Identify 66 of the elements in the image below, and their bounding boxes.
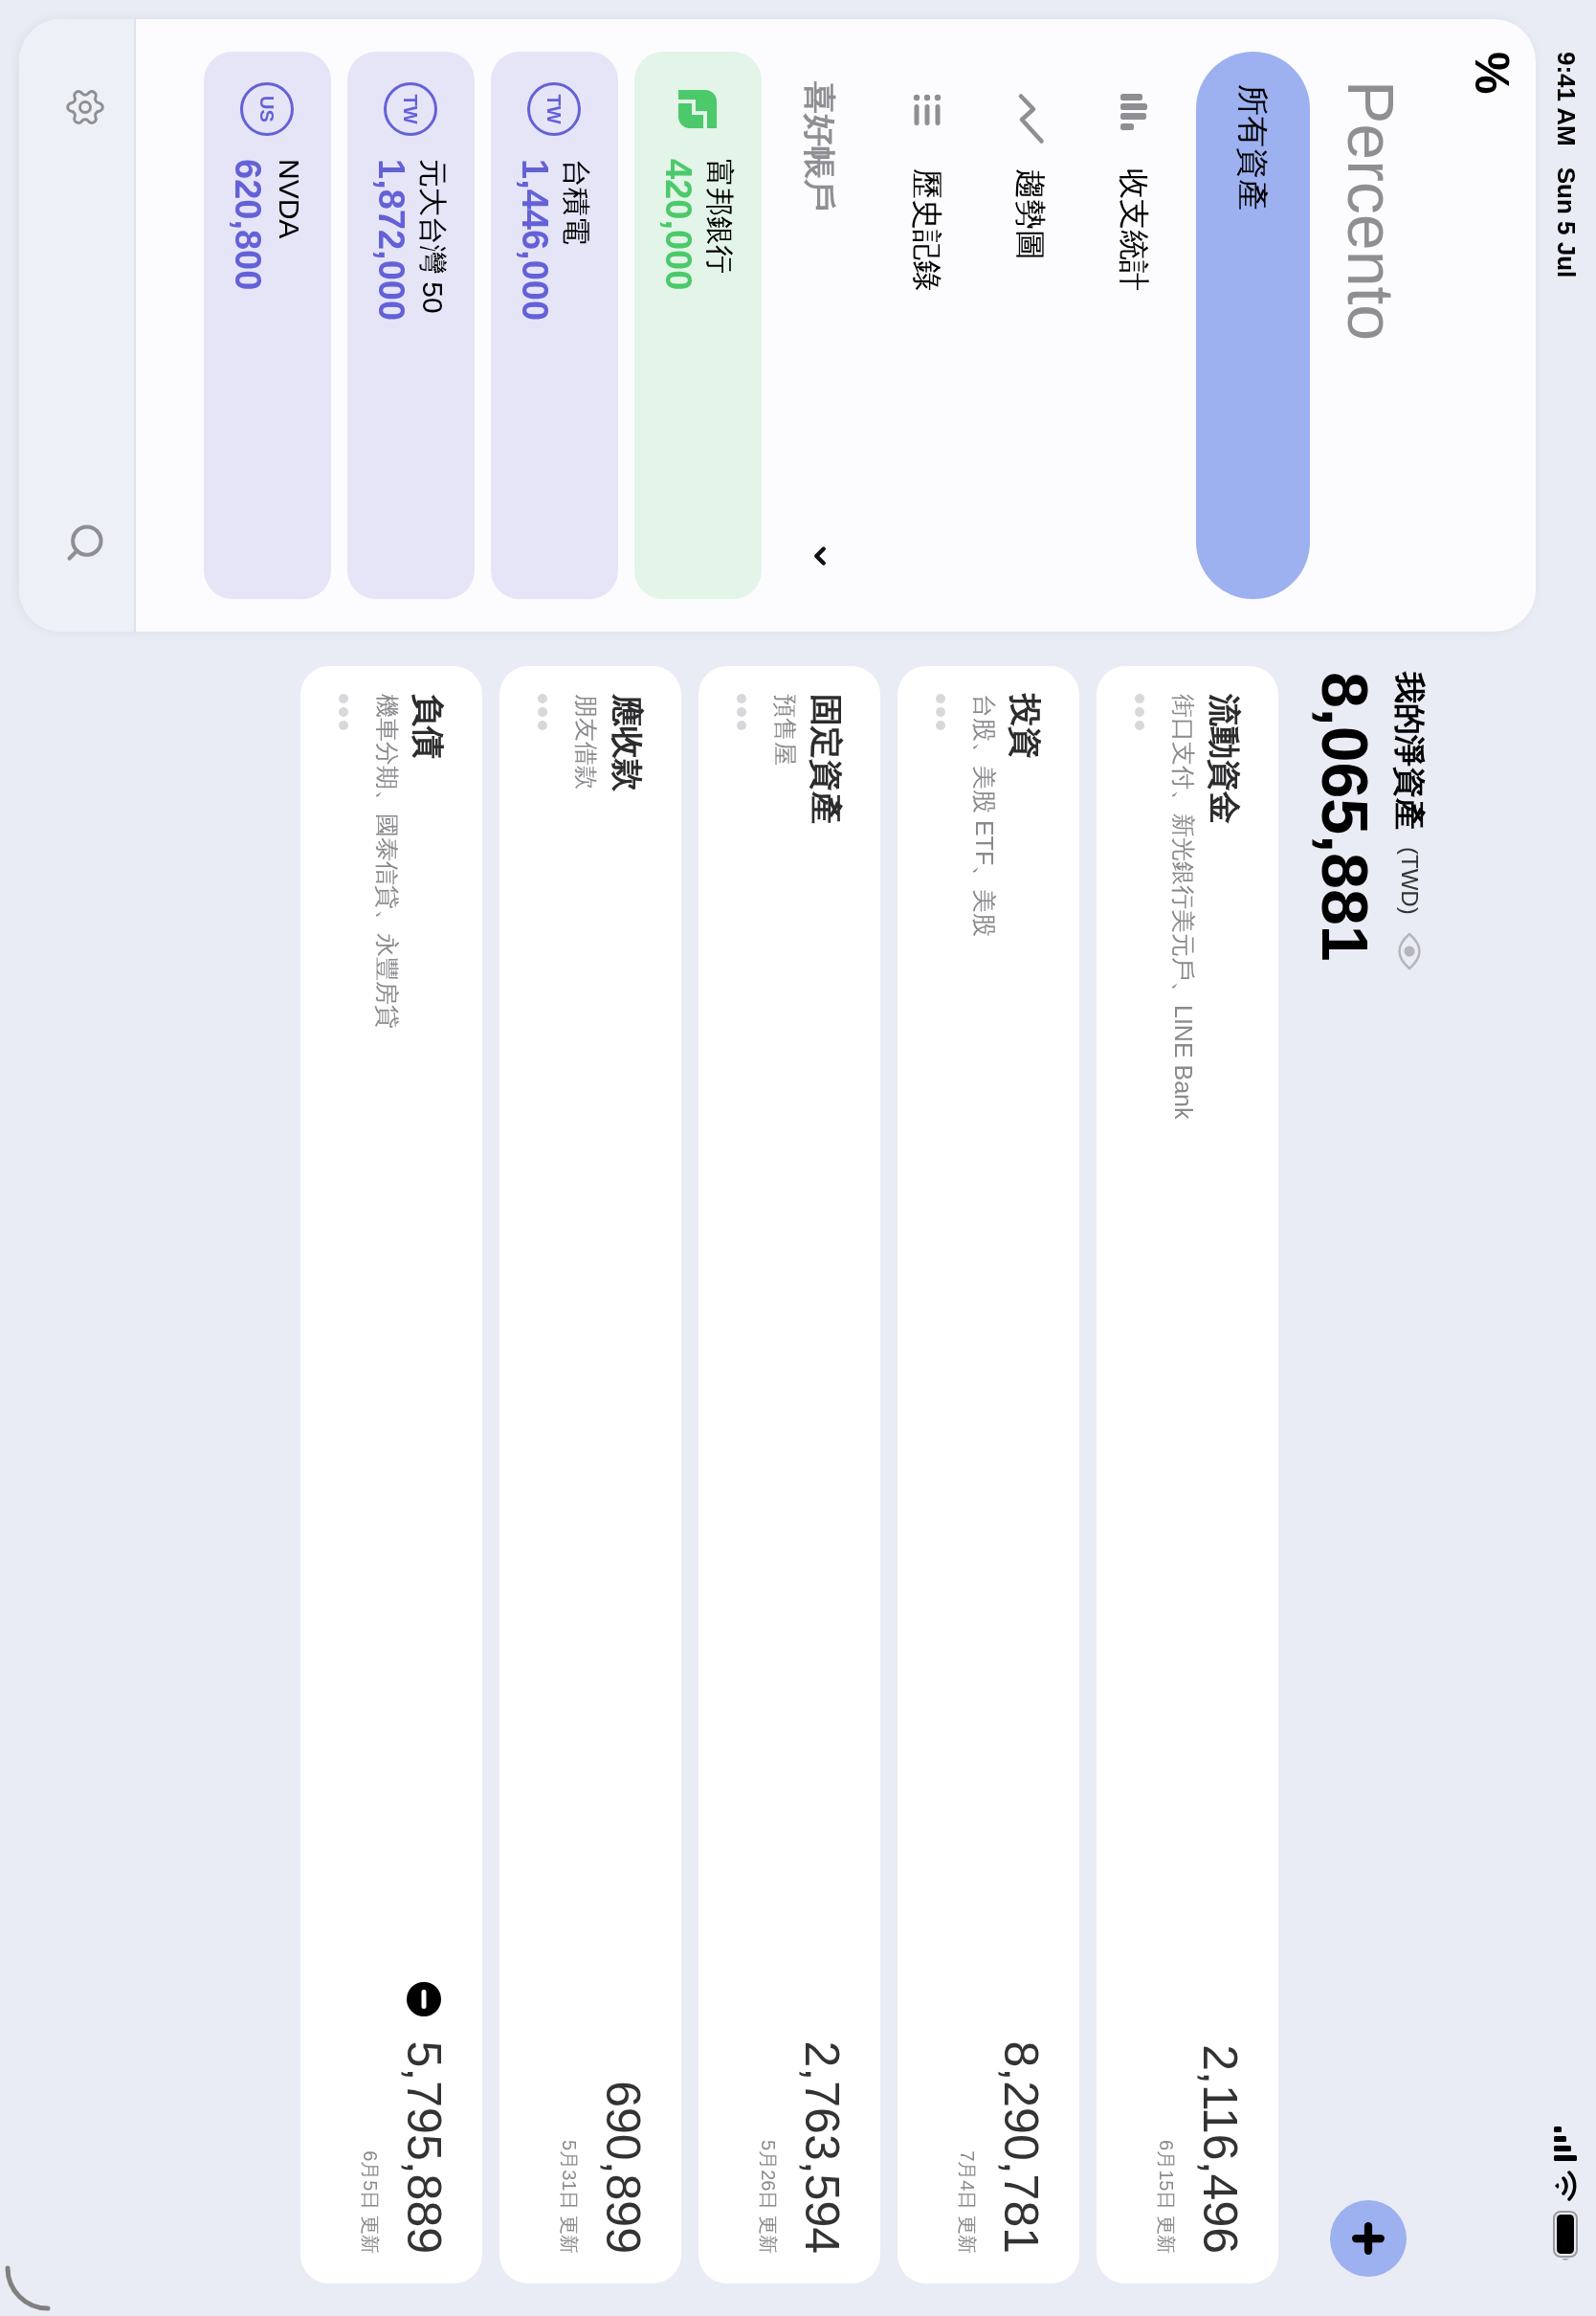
arc-icon	[4, 2264, 52, 2312]
trend-line-icon	[1017, 94, 1044, 144]
account-value: 1,446,000	[514, 159, 557, 322]
market-badge: TW	[527, 82, 582, 136]
nav-item[interactable]: 所有資產	[1196, 52, 1310, 599]
nav-item[interactable]: 歷史記錄	[876, 52, 979, 599]
category-value: 8,290,781	[994, 2040, 1048, 2254]
category-card[interactable]: 流動資金 街口支付、新光銀行美元戶、LINE Bank 2,116,496 6月15日 更新	[1097, 666, 1278, 2283]
signal-icon	[1554, 2127, 1578, 2161]
account-name: 元大台灣 50	[416, 159, 451, 316]
category-title: 應收款	[609, 694, 647, 791]
account-value: 620,800	[227, 159, 270, 291]
category-title: 流動資金	[1206, 694, 1244, 824]
status-time: 9:41 AM	[1551, 52, 1582, 146]
favorite-account-card[interactable]: 富邦銀行 420,000	[634, 52, 762, 599]
bar-chart-icon	[1120, 94, 1147, 130]
category-accounts: 機車分期、國泰信貸、永豐房貸	[373, 694, 402, 1029]
category-accounts: 台股、美股 ETF、美股	[970, 694, 999, 938]
updated-date: 5月26日 更新	[757, 2140, 780, 2254]
updated-date: 5月31日 更新	[558, 2140, 581, 2254]
app-logo: %	[1467, 52, 1517, 95]
category-title: 負債	[410, 694, 448, 759]
dots-icon	[936, 694, 945, 730]
currency-label: (TWD)	[1396, 847, 1424, 915]
category-accounts: 預售屋	[771, 694, 800, 766]
category-value: 2,116,496	[1193, 2044, 1247, 2254]
bank-logo-icon	[678, 90, 718, 128]
account-name: 台積電	[560, 159, 594, 247]
nav-item[interactable]: 收支統計	[1082, 52, 1186, 599]
category-value: 5,795,889	[397, 2040, 451, 2254]
status-date: Sun 5 Jul	[1551, 167, 1582, 278]
dots-icon	[737, 694, 746, 730]
category-value: 2,763,594	[795, 2040, 849, 2254]
favorite-account-card[interactable]: US NVDA 620,800	[204, 52, 331, 599]
app-title: Percento	[1337, 80, 1406, 342]
eye-icon[interactable]	[1395, 931, 1424, 970]
battery-icon	[1553, 2211, 1579, 2262]
account-name: 富邦銀行	[703, 159, 738, 276]
net-worth-label: 我的淨資產	[1391, 672, 1429, 830]
category-card[interactable]: 固定資產 預售屋 2,763,594 5月26日 更新	[698, 666, 880, 2283]
favorite-account-card[interactable]: TW 元大台灣 50 1,872,000	[347, 52, 475, 599]
category-card[interactable]: 負債 機車分期、國泰信貸、永豐房貸 5,795,889 6月5日 更新	[300, 666, 482, 2283]
list-icon	[911, 94, 943, 126]
net-worth-value: 8,065,881	[1309, 672, 1382, 964]
favorite-account-card[interactable]: TW 台積電 1,446,000	[491, 52, 618, 599]
dots-icon	[339, 694, 348, 730]
category-title: 投資	[1007, 694, 1045, 759]
account-value: 1,872,000	[370, 159, 413, 322]
wifi-icon	[1554, 2171, 1578, 2201]
section-title: 喜好帳戶	[801, 81, 840, 212]
updated-date: 7月4日 更新	[956, 2150, 979, 2254]
category-value: 690,899	[596, 2081, 650, 2254]
account-value: 420,000	[657, 159, 700, 291]
market-badge: US	[240, 82, 295, 136]
category-card[interactable]: 應收款 朋友借款 690,899 5月31日 更新	[499, 666, 681, 2283]
category-accounts: 朋友借款	[572, 694, 601, 790]
dots-icon	[538, 694, 547, 730]
updated-date: 6月15日 更新	[1155, 2140, 1178, 2254]
category-accounts: 街口支付、新光銀行美元戶、LINE Bank	[1169, 694, 1198, 1120]
dots-icon	[1135, 694, 1144, 730]
category-card[interactable]: 投資 台股、美股 ETF、美股 8,290,781 7月4日 更新	[898, 666, 1079, 2283]
updated-date: 6月5日 更新	[359, 2150, 382, 2254]
market-badge: TW	[384, 82, 438, 136]
nav-item[interactable]: 趨勢圖	[979, 52, 1082, 599]
account-name: NVDA	[273, 159, 307, 241]
category-title: 固定資產	[808, 694, 846, 824]
